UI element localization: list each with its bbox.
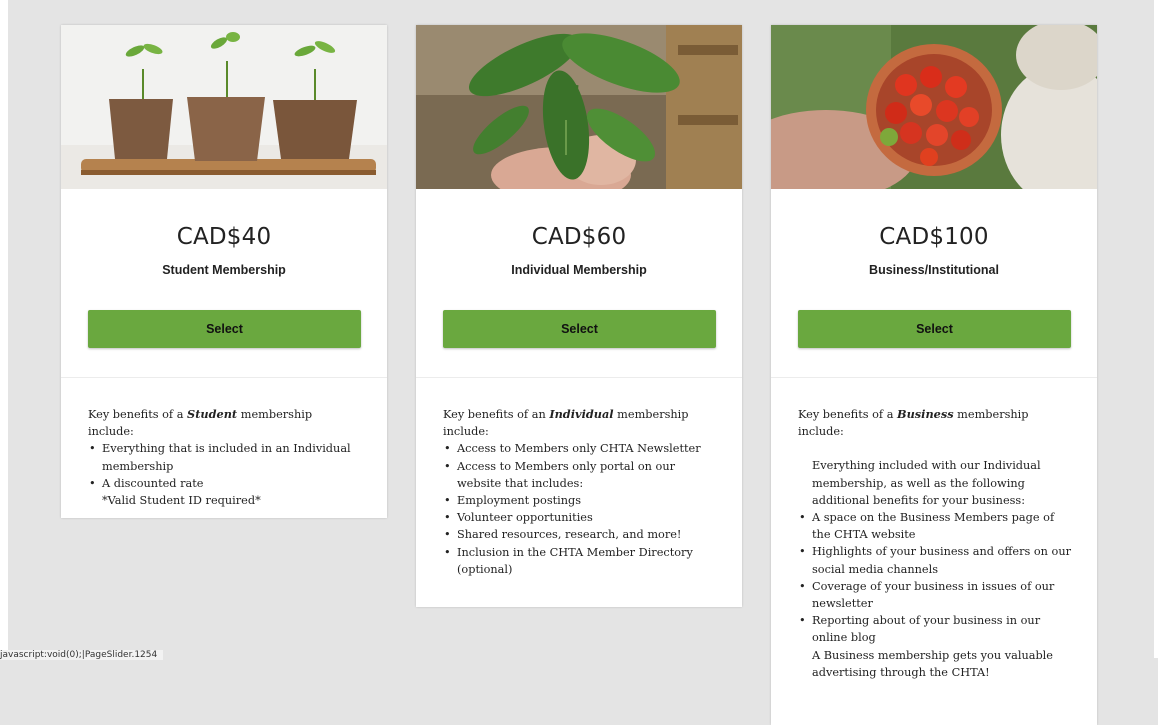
membership-card-student: CAD$40 Student Membership Select Key ben… xyxy=(61,25,387,518)
benefits-list: A space on the Business Members page of … xyxy=(798,509,1071,647)
benefits-intro: Key benefits of a Business membership in… xyxy=(798,406,1071,440)
page-right-edge xyxy=(1154,0,1158,658)
benefits-closing: A Business membership gets you valuable … xyxy=(812,648,1053,679)
price: CAD$40 xyxy=(176,224,272,250)
plan-name: Student Membership xyxy=(162,263,286,277)
card-header: CAD$60 Individual Membership Select xyxy=(416,189,742,377)
list-item: Highlights of your business and offers o… xyxy=(799,543,1071,577)
select-button[interactable]: Select xyxy=(798,310,1071,348)
intro-text: Key benefits of an xyxy=(443,408,550,421)
status-bar-url: javascript:void(0);|PageSlider.1254 xyxy=(0,650,164,660)
card-header: CAD$100 Business/Institutional Select xyxy=(771,189,1097,377)
benefits-note: *Valid Student ID required* xyxy=(102,494,261,508)
intro-emphasis: Individual xyxy=(549,407,614,421)
card-header: CAD$40 Student Membership Select xyxy=(61,189,387,377)
benefits-list: Access to Members only CHTA Newsletter A… xyxy=(443,440,716,578)
list-item: Access to Members only CHTA Newsletter xyxy=(444,440,716,457)
intro-emphasis: Student xyxy=(187,407,238,421)
benefits-intro: Key benefits of an Individual membership… xyxy=(443,406,716,440)
seedlings-photo xyxy=(61,25,387,189)
price: CAD$100 xyxy=(879,224,989,250)
list-item: Inclusion in the CHTA Member Directory (… xyxy=(444,544,716,578)
benefits-intro: Key benefits of a Student membership inc… xyxy=(88,406,361,440)
plan-name: Individual Membership xyxy=(511,263,647,277)
benefits-section: Key benefits of a Student membership inc… xyxy=(61,378,387,535)
list-item: A discounted rate xyxy=(89,475,361,492)
list-item: Coverage of your business in issues of o… xyxy=(799,578,1071,612)
benefits-section: Key benefits of an Individual membership… xyxy=(416,378,742,604)
list-item: Shared resources, research, and more! xyxy=(444,526,716,543)
select-button[interactable]: Select xyxy=(88,310,361,348)
list-item: Everything that is included in an Indivi… xyxy=(89,440,361,474)
intro-emphasis: Business xyxy=(897,407,954,421)
pepper-plant-photo xyxy=(416,25,742,189)
intro-text: Key benefits of a xyxy=(798,408,898,421)
list-item: Employment postings xyxy=(444,492,716,509)
list-item: Access to Members only portal on our web… xyxy=(444,458,716,492)
list-item: Volunteer opportunities xyxy=(444,509,716,526)
benefits-list: Everything that is included in an Indivi… xyxy=(88,440,361,492)
benefits-paragraph: Everything included with our Individual … xyxy=(812,459,1041,507)
membership-card-business: CAD$100 Business/Institutional Select Ke… xyxy=(771,25,1097,725)
intro-text: Key benefits of a xyxy=(88,408,188,421)
select-button[interactable]: Select xyxy=(443,310,716,348)
list-item: A space on the Business Members page of … xyxy=(799,509,1071,543)
membership-card-individual: CAD$60 Individual Membership Select Key … xyxy=(416,25,742,607)
list-item: Reporting about of your business in our … xyxy=(799,612,1071,646)
tomato-bowl-photo xyxy=(771,25,1097,189)
price: CAD$60 xyxy=(531,224,627,250)
plan-name: Business/Institutional xyxy=(869,263,999,277)
page-left-edge xyxy=(0,0,8,658)
